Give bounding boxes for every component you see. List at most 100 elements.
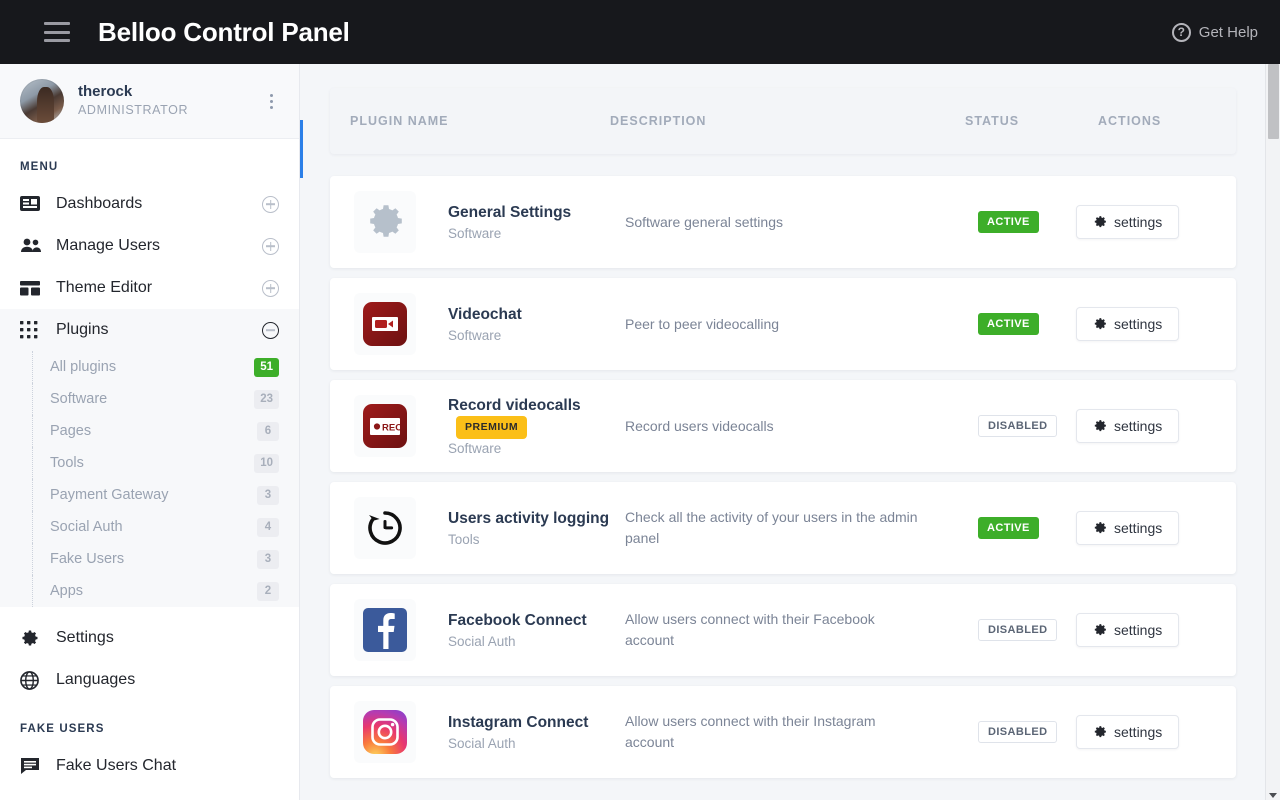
column-header-plugin-name: PLUGIN NAME [350, 114, 449, 128]
table-row[interactable]: General Settings Software Software gener… [330, 176, 1236, 268]
plugin-icon-container: REC [354, 395, 416, 457]
page-scrollbar[interactable] [1265, 64, 1280, 800]
scroll-down-arrow-icon[interactable] [1269, 793, 1277, 798]
plugin-description: Software general settings [625, 213, 783, 230]
plugin-description: Peer to peer videocalling [625, 315, 780, 332]
sidebar-item-label: Dashboards [56, 195, 143, 212]
plugin-actions-column: settings [1076, 715, 1180, 749]
settings-button[interactable]: settings [1076, 511, 1180, 545]
plugin-actions-column: settings [1076, 409, 1180, 443]
plugin-icon-container [354, 191, 416, 253]
plugin-status-column: ACTIVE [978, 517, 1039, 539]
kebab-menu-icon[interactable] [264, 88, 279, 115]
settings-button[interactable]: settings [1076, 409, 1180, 443]
settings-button-label: settings [1114, 520, 1163, 536]
sidebar-item-settings[interactable]: Settings [0, 617, 299, 659]
sidebar-item-label: Theme Editor [56, 279, 153, 296]
app-title: Belloo Control Panel [98, 16, 350, 47]
sidebar-subitem-all-plugins[interactable]: All plugins 51 [0, 351, 299, 383]
sidebar-item-dashboards[interactable]: Dashboards [0, 183, 299, 225]
table-row[interactable]: Instagram Connect Social Auth Allow user… [330, 686, 1236, 778]
plugin-name: Videochat [448, 306, 522, 324]
plugin-icon-container [354, 497, 416, 559]
menu-section-label: MENU [20, 161, 59, 173]
sidebar-item-languages[interactable]: Languages [0, 659, 299, 701]
avatar [20, 79, 64, 123]
table-row[interactable]: Videochat Software Peer to peer videocal… [330, 278, 1236, 370]
settings-button[interactable]: settings [1076, 307, 1180, 341]
sidebar-subitem-label: Fake Users [50, 551, 125, 567]
status-badge: ACTIVE [978, 313, 1039, 335]
sidebar-item-fake-users-chat[interactable]: Fake Users Chat [0, 745, 299, 787]
sidebar-subitem-label: Social Auth [50, 519, 123, 535]
plugin-icon-container [354, 701, 416, 763]
table-row[interactable]: Facebook Connect Social Auth Allow users… [330, 584, 1236, 676]
profile-role: ADMINISTRATOR [78, 102, 189, 117]
plugin-name: General Settings [448, 204, 572, 222]
videocamera-plugin-icon [363, 302, 407, 346]
hamburger-icon[interactable] [44, 22, 70, 42]
gear-icon [1093, 317, 1107, 331]
settings-button-label: settings [1114, 418, 1163, 434]
settings-button[interactable]: settings [1076, 205, 1180, 239]
settings-button[interactable]: settings [1076, 613, 1180, 647]
expand-plus-icon[interactable] [262, 279, 279, 297]
sidebar-subitem-social-auth[interactable]: Social Auth 4 [0, 511, 299, 543]
status-badge: ACTIVE [978, 517, 1039, 539]
settings-button-label: settings [1114, 724, 1163, 740]
facebook-plugin-icon [363, 608, 407, 652]
sidebar-subitem-count: 3 [257, 485, 279, 505]
table-row[interactable]: REC Record videocallsPREMIUM Software Re… [330, 380, 1236, 472]
sidebar-subitem-tools[interactable]: Tools 10 [0, 447, 299, 479]
table-row[interactable]: Users activity logging Tools Check all t… [330, 482, 1236, 574]
expand-plus-icon[interactable] [262, 195, 279, 213]
plugin-name: Users activity logging [448, 510, 610, 528]
gear-icon [1093, 623, 1107, 637]
sidebar-subitem-label: Apps [50, 583, 84, 599]
scrollbar-thumb[interactable] [1268, 64, 1279, 139]
instagram-plugin-icon [363, 710, 407, 754]
plugin-name: Record videocallsPREMIUM [448, 396, 628, 440]
sidebar-subitem-count: 23 [254, 389, 279, 409]
profile-username: therock [78, 82, 133, 100]
plugin-icon-container [354, 599, 416, 661]
user-profile[interactable]: therock ADMINISTRATOR [0, 64, 299, 139]
sidebar-item-theme-editor[interactable]: Theme Editor [0, 267, 299, 309]
expand-plus-icon[interactable] [262, 237, 279, 255]
gear-icon [1093, 725, 1107, 739]
plugin-status-column: DISABLED [978, 415, 1058, 437]
settings-button-label: settings [1114, 316, 1163, 332]
plugin-description: Allow users connect with their Facebook … [625, 611, 875, 648]
plugin-name-column: General Settings Software [448, 203, 628, 240]
sidebar-subitem-label: Payment Gateway [50, 487, 169, 503]
collapse-minus-icon[interactable] [262, 321, 279, 339]
sidebar-item-manage-users[interactable]: Manage Users [0, 225, 299, 267]
plugin-icon-container [354, 293, 416, 355]
get-help-button[interactable]: ? Get Help [1171, 22, 1258, 42]
sidebar-item-label: Fake Users Chat [56, 757, 177, 774]
sidebar-subitem-payment-gateway[interactable]: Payment Gateway 3 [0, 479, 299, 511]
column-header-description: DESCRIPTION [610, 114, 707, 128]
sidebar-item-label: Settings [56, 629, 114, 646]
sidebar-subitem-label: Tools [50, 455, 84, 471]
plugin-status-column: ACTIVE [978, 211, 1039, 233]
settings-button[interactable]: settings [1076, 715, 1180, 749]
plugin-name: Facebook Connect [448, 612, 587, 630]
sidebar-subitem-software[interactable]: Software 23 [0, 383, 299, 415]
sidebar-subitem-apps[interactable]: Apps 2 [0, 575, 299, 607]
sidebar: therock ADMINISTRATOR MENU Dashboards Ma… [0, 64, 300, 800]
active-section-indicator [300, 120, 303, 178]
plugin-name-text: Record videocalls [448, 396, 581, 414]
sidebar-item-label: Manage Users [56, 237, 161, 254]
sidebar-subitem-fake-users[interactable]: Fake Users 3 [0, 543, 299, 575]
gear-icon [20, 627, 44, 649]
sidebar-subitem-label: All plugins [50, 359, 117, 375]
chat-icon [20, 755, 44, 777]
plugin-category: Tools [448, 531, 480, 547]
record-plugin-icon: REC [363, 404, 407, 448]
sidebar-subitem-pages[interactable]: Pages 6 [0, 415, 299, 447]
plugin-category: Social Auth [448, 633, 516, 649]
sidebar-item-plugins[interactable]: Plugins [0, 309, 299, 351]
plugin-description: Check all the activity of your users in … [625, 509, 918, 546]
sidebar-item-label: Languages [56, 671, 136, 688]
